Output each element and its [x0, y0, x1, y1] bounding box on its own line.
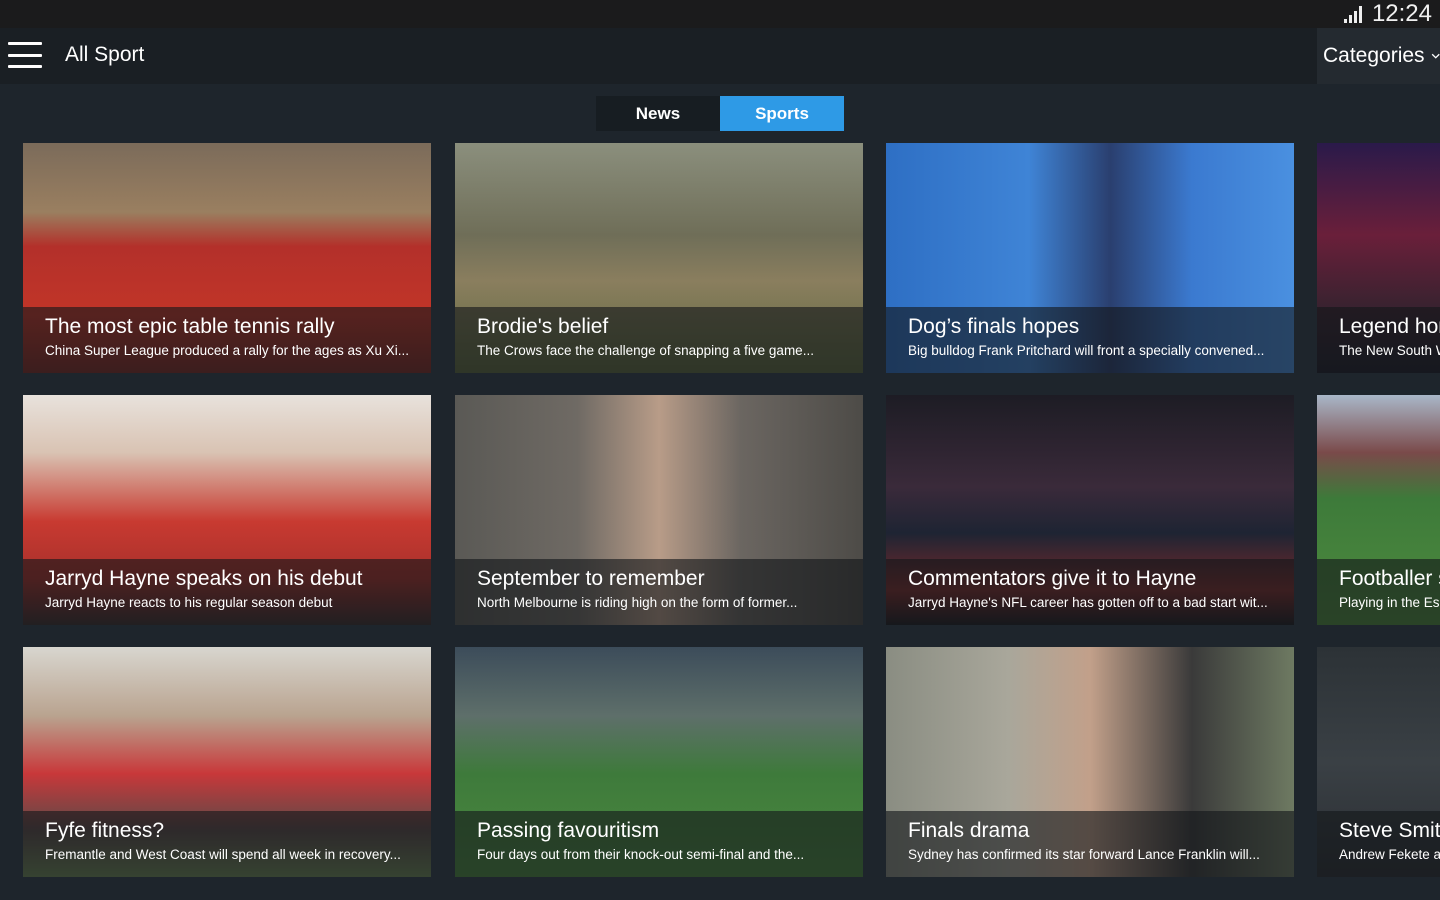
card-description: Fremantle and West Coast will spend all …: [45, 847, 401, 862]
app-bar: All Sport Categories: [0, 28, 1440, 84]
card-title: Fyfe fitness?: [45, 819, 165, 842]
card-title: Passing favouritism: [477, 819, 660, 842]
card-caption: Fyfe fitness? Fremantle and West Coast w…: [23, 811, 431, 877]
card-caption: Brodie's belief The Crows face the chall…: [455, 307, 863, 373]
video-card[interactable]: Finals drama Sydney has confirmed its st…: [886, 647, 1294, 877]
card-description: China Super League produced a rally for …: [45, 343, 409, 358]
card-description: North Melbourne is riding high on the fo…: [477, 595, 798, 610]
card-description: The New South W: [1339, 343, 1440, 358]
video-card[interactable]: Jarryd Hayne speaks on his debut Jarryd …: [23, 395, 431, 625]
card-caption: Finals drama Sydney has confirmed its st…: [886, 811, 1294, 877]
status-indicators: 12:24: [1342, 0, 1432, 28]
video-card[interactable]: Footballer s Playing in the Es: [1317, 395, 1440, 625]
card-caption: Legend hon The New South W: [1317, 307, 1440, 373]
card-title: Brodie's belief: [477, 315, 609, 338]
card-title: Dog’s finals hopes: [908, 315, 1080, 338]
card-caption: Jarryd Hayne speaks on his debut Jarryd …: [23, 559, 431, 625]
card-title: The most epic table tennis rally: [45, 315, 335, 338]
card-title: Footballer s: [1339, 567, 1440, 590]
status-time: 12:24: [1371, 0, 1432, 27]
signal-icon: [1342, 4, 1364, 24]
card-title: September to remember: [477, 567, 705, 590]
video-card[interactable]: Brodie's belief The Crows face the chall…: [455, 143, 863, 373]
card-caption: Footballer s Playing in the Es: [1317, 559, 1440, 625]
card-caption: September to remember North Melbourne is…: [455, 559, 863, 625]
tab-news[interactable]: News: [596, 96, 720, 131]
card-description: Jarryd Hayne reacts to his regular seaso…: [45, 595, 333, 610]
card-title: Jarryd Hayne speaks on his debut: [45, 567, 363, 590]
status-bar: 12:24: [0, 0, 1440, 28]
tab-bar: News Sports: [596, 96, 844, 131]
chevron-down-icon: [1431, 53, 1440, 59]
tab-sports[interactable]: Sports: [720, 96, 844, 131]
video-card[interactable]: Passing favouritism Four days out from t…: [455, 647, 863, 877]
card-caption: Steve Smit Andrew Fekete a: [1317, 811, 1440, 877]
card-caption: Passing favouritism Four days out from t…: [455, 811, 863, 877]
categories-label: Categories: [1323, 44, 1425, 67]
card-description: Jarryd Hayne's NFL career has gotten off…: [908, 595, 1268, 610]
card-title: Commentators give it to Hayne: [908, 567, 1197, 590]
video-card[interactable]: The most epic table tennis rally China S…: [23, 143, 431, 373]
page-title: All Sport: [65, 43, 145, 66]
video-card[interactable]: Legend hon The New South W: [1317, 143, 1440, 373]
video-card[interactable]: Fyfe fitness? Fremantle and West Coast w…: [23, 647, 431, 877]
video-card[interactable]: Commentators give it to Hayne Jarryd Hay…: [886, 395, 1294, 625]
categories-dropdown[interactable]: Categories: [1317, 28, 1440, 84]
card-description: Four days out from their knock-out semi-…: [477, 847, 805, 862]
video-card[interactable]: Dog’s finals hopes Big bulldog Frank Pri…: [886, 143, 1294, 373]
card-caption: Dog’s finals hopes Big bulldog Frank Pri…: [886, 307, 1294, 373]
card-title: Steve Smit: [1339, 819, 1440, 842]
hamburger-menu-icon[interactable]: [8, 42, 42, 68]
card-title: Legend hon: [1339, 315, 1440, 338]
video-card[interactable]: Steve Smit Andrew Fekete a: [1317, 647, 1440, 877]
card-description: The Crows face the challenge of snapping…: [477, 343, 814, 358]
card-caption: Commentators give it to Hayne Jarryd Hay…: [886, 559, 1294, 625]
card-description: Andrew Fekete a: [1339, 847, 1440, 862]
card-description: Playing in the Es: [1339, 595, 1440, 610]
card-caption: The most epic table tennis rally China S…: [23, 307, 431, 373]
card-description: Big bulldog Frank Pritchard will front a…: [908, 343, 1265, 358]
card-description: Sydney has confirmed its star forward La…: [908, 847, 1260, 862]
card-title: Finals drama: [908, 819, 1030, 842]
video-card[interactable]: September to remember North Melbourne is…: [455, 395, 863, 625]
